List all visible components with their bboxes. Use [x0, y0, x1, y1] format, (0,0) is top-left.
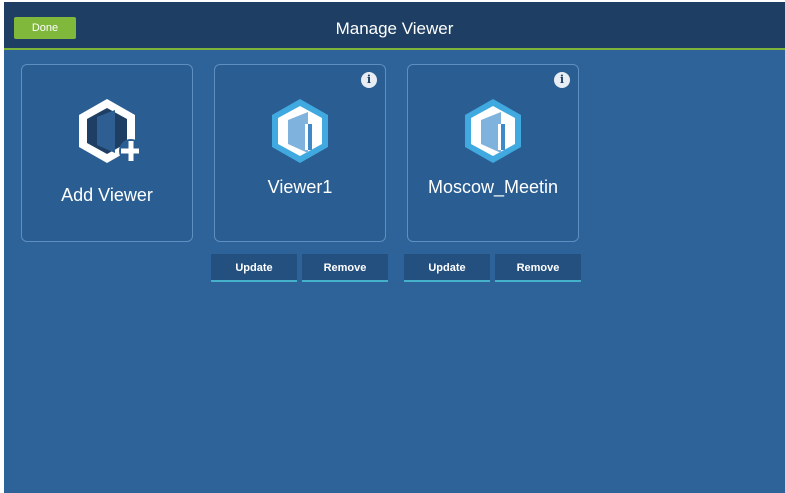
- update-button[interactable]: Update: [404, 254, 490, 282]
- page-title: Manage Viewer: [335, 19, 454, 38]
- viewer-add-icon: [79, 99, 139, 163]
- viewer-card[interactable]: i Viewer1: [214, 64, 386, 242]
- viewer-card[interactable]: i Moscow_Meetin: [407, 64, 579, 242]
- viewer-icon: [272, 99, 328, 163]
- update-button[interactable]: Update: [211, 254, 297, 282]
- viewer-name: Viewer1: [267, 177, 333, 197]
- app-window: Manage Viewer Done Add Viewer i Viewer1 …: [4, 2, 785, 493]
- add-viewer-label: Add Viewer: [61, 185, 153, 205]
- header-bar: Manage Viewer Done: [4, 2, 785, 50]
- info-icon[interactable]: i: [554, 72, 570, 88]
- info-icon[interactable]: i: [361, 72, 377, 88]
- viewer-name: Moscow_Meetin: [427, 177, 559, 197]
- done-button[interactable]: Done: [14, 17, 76, 39]
- remove-button[interactable]: Remove: [302, 254, 388, 282]
- add-viewer-card[interactable]: Add Viewer: [21, 64, 193, 242]
- viewer-icon: [465, 99, 521, 163]
- remove-button[interactable]: Remove: [495, 254, 581, 282]
